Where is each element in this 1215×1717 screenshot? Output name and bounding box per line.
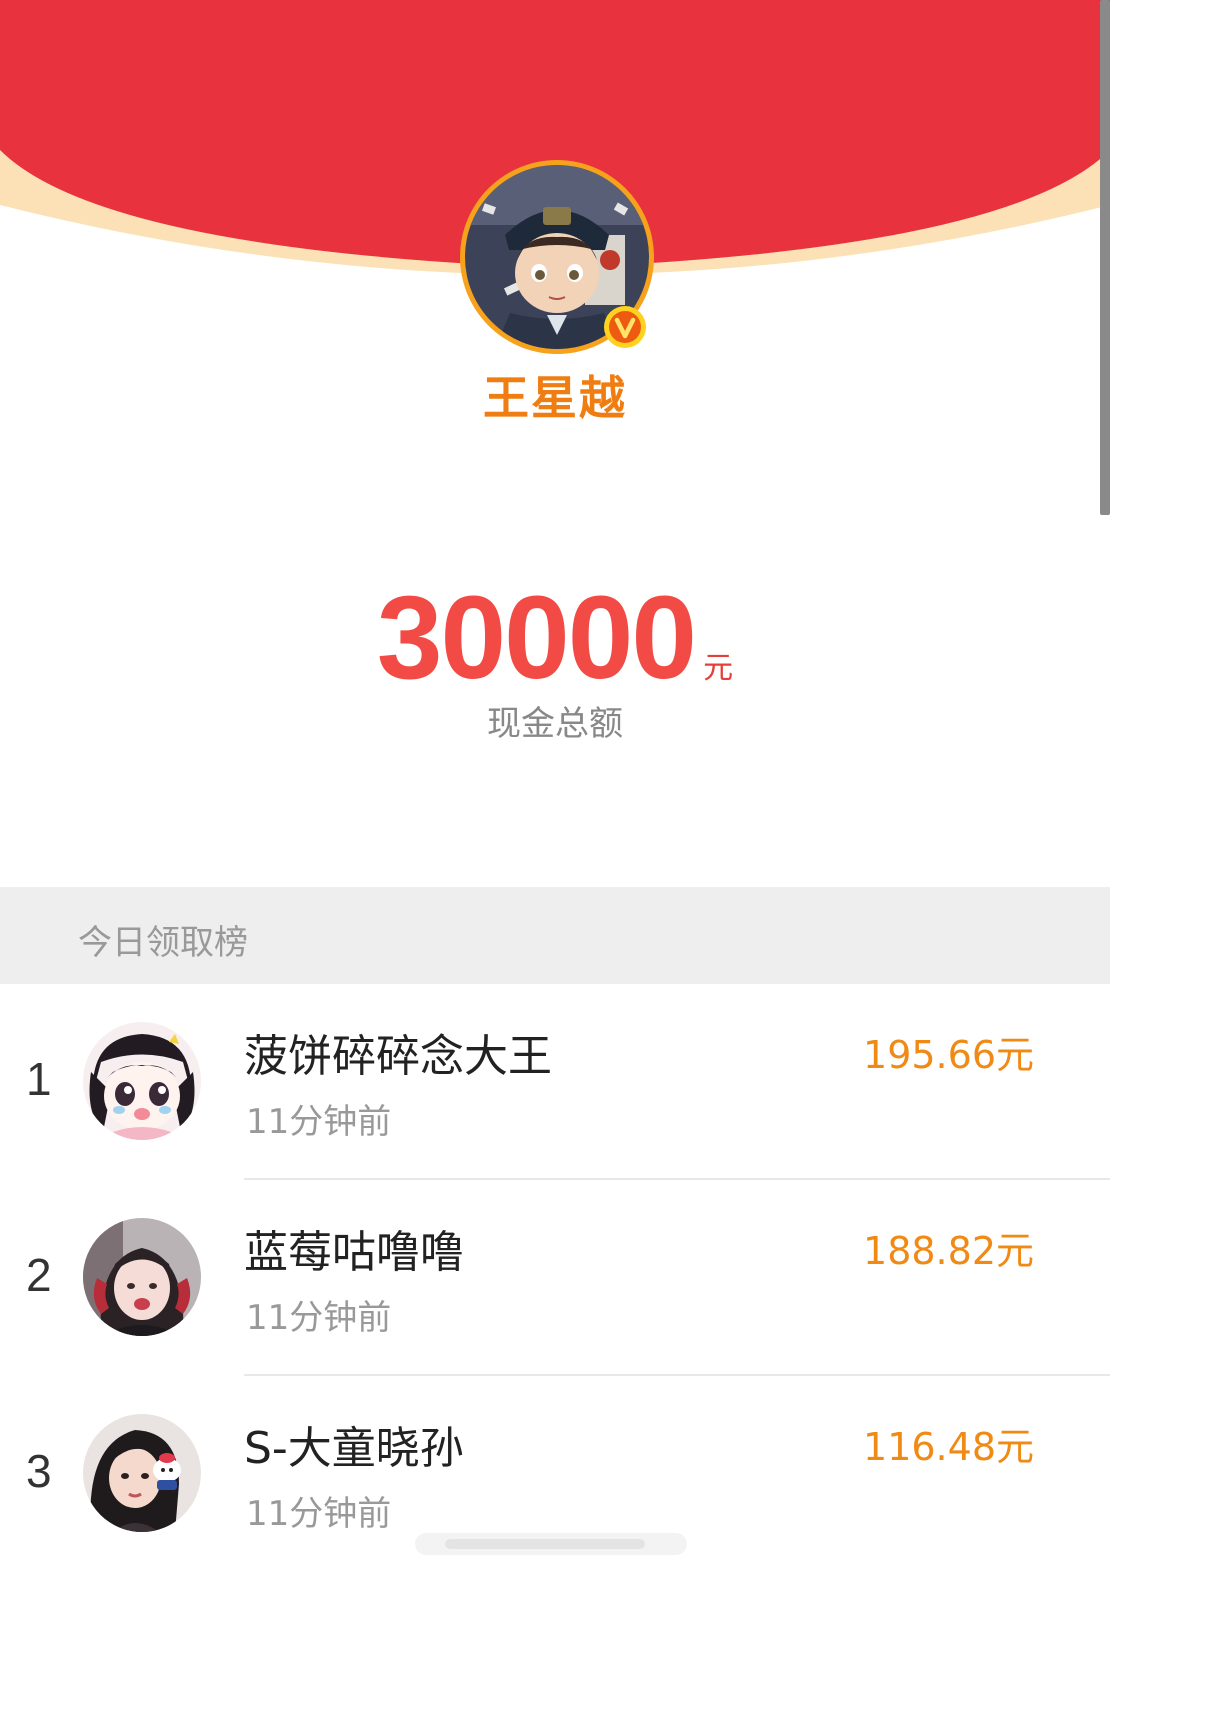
user-name: 菠饼碎碎念大王 <box>244 1031 552 1082</box>
leaderboard-header: 今日领取榜 <box>0 887 1110 984</box>
rank-number: 3 <box>26 1445 52 1497</box>
leaderboard-row[interactable]: 2 蓝莓咕噜噜 11分钟前 188.82元 <box>0 1180 1110 1376</box>
rank-number: 1 <box>26 1053 52 1105</box>
claim-time: 11分钟前 <box>246 1102 392 1142</box>
total-amount-label: 现金总额 <box>487 704 623 744</box>
profile-name: 王星越 <box>483 371 627 425</box>
avatar[interactable] <box>83 1218 201 1336</box>
total-amount-unit: 元 <box>703 651 734 686</box>
avatar[interactable] <box>83 1022 201 1140</box>
claim-time: 11分钟前 <box>246 1298 392 1338</box>
avatar[interactable] <box>83 1414 201 1532</box>
rank-number: 2 <box>26 1249 52 1301</box>
leaderboard-title: 今日领取榜 <box>78 923 248 963</box>
watermark <box>415 1533 687 1555</box>
claim-amount: 195.66元 <box>863 1033 1034 1077</box>
red-packet-page: 王星越 30000 元 现金总额 今日领取榜 1 菠饼碎碎念大王 11分钟前 1… <box>0 0 1110 1717</box>
total-amount: 30000 <box>376 572 697 704</box>
user-name: S-大童晓孙 <box>244 1423 464 1474</box>
user-name: 蓝莓咕噜噜 <box>244 1227 464 1278</box>
vip-v-badge-icon <box>604 306 646 348</box>
total-amount-row: 30000 元 <box>0 570 1110 706</box>
scrollbar[interactable] <box>1100 0 1110 515</box>
claim-amount: 116.48元 <box>863 1425 1034 1469</box>
claim-time: 11分钟前 <box>246 1494 392 1534</box>
claim-amount: 188.82元 <box>863 1229 1034 1273</box>
leaderboard-row[interactable]: 1 菠饼碎碎念大王 11分钟前 195.66元 <box>0 984 1110 1180</box>
